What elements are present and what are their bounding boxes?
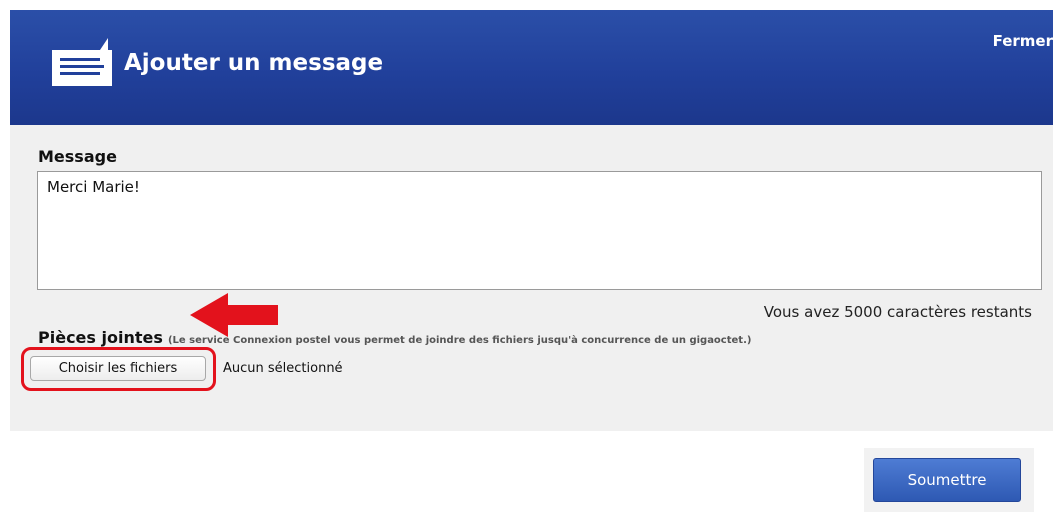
dialog-title: Ajouter un message <box>124 50 384 76</box>
attachments-label: Pièces jointes <box>38 328 163 347</box>
message-label: Message <box>38 147 117 166</box>
message-icon <box>52 38 112 86</box>
annotation-highlight-box <box>21 347 216 391</box>
annotation-arrow-icon <box>190 293 278 337</box>
submit-area: Soumettre <box>864 448 1034 512</box>
characters-remaining: Vous avez 5000 caractères restants <box>763 303 1032 321</box>
message-textarea[interactable]: Merci Marie! <box>37 171 1042 290</box>
submit-button[interactable]: Soumettre <box>873 458 1021 502</box>
attachments-heading: Pièces jointes (Le service Connexion pos… <box>38 328 751 347</box>
close-link[interactable]: Fermer <box>993 32 1053 50</box>
form-panel: Message Merci Marie! Vous avez 5000 cara… <box>10 125 1053 431</box>
dialog-header: Ajouter un message Fermer <box>10 10 1053 125</box>
file-selection-status: Aucun sélectionné <box>223 361 343 376</box>
